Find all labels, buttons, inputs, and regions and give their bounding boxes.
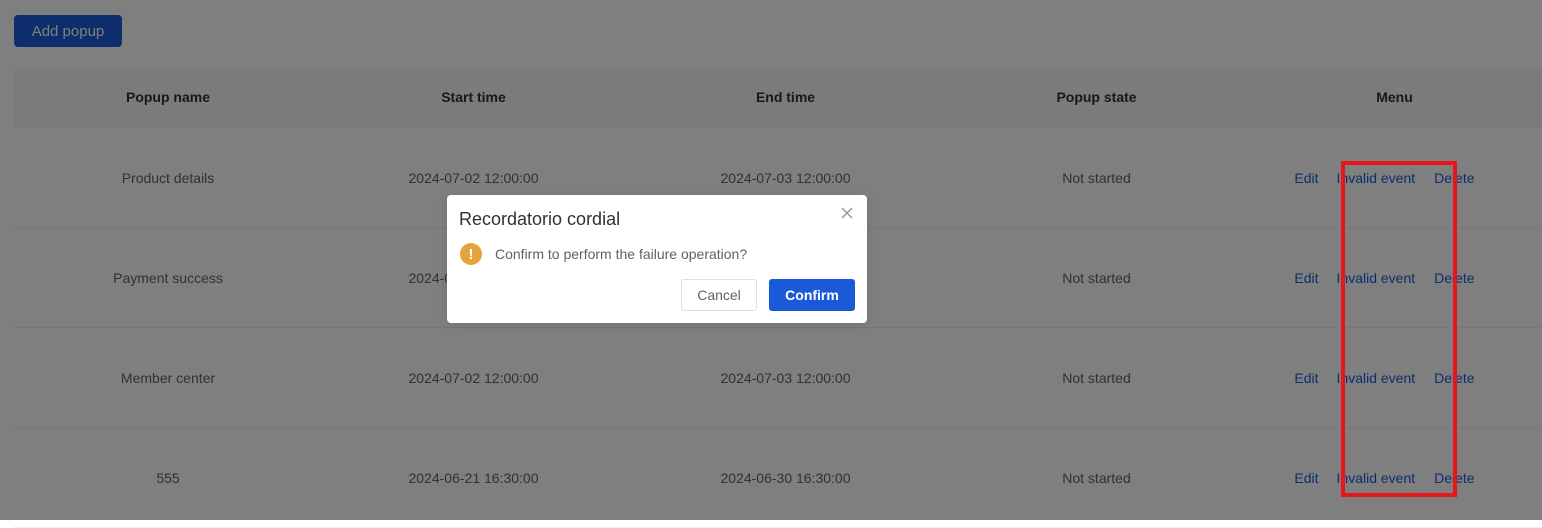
warning-icon: ! [460,243,482,265]
dialog-message: Confirm to perform the failure operation… [495,246,748,262]
cancel-button[interactable]: Cancel [681,279,757,311]
confirm-dialog: Recordatorio cordial ! Confirm to perfor… [447,195,867,323]
confirm-button[interactable]: Confirm [769,279,855,311]
popup-management-page: Add popup Popup name Start time End time… [0,0,1542,528]
dialog-body: ! Confirm to perform the failure operati… [460,243,747,265]
dialog-title: Recordatorio cordial [459,209,621,229]
close-icon[interactable] [839,205,855,221]
